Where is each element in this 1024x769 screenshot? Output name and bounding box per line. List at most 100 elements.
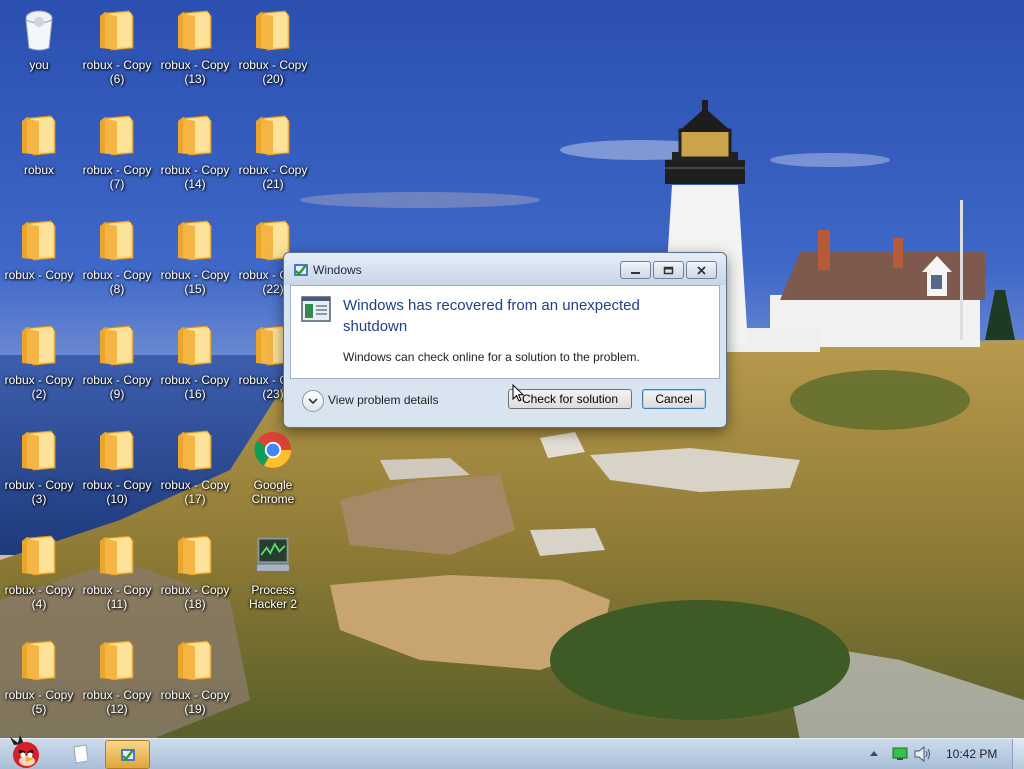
network-icon[interactable] xyxy=(892,747,908,761)
folder-icon xyxy=(22,535,56,576)
desktop-icon-label: robux - Copy (8) xyxy=(82,268,152,296)
desktop-icon-label: robux - Copy xyxy=(4,268,74,282)
desktop-icon[interactable]: robux - Copy (15) xyxy=(156,210,234,310)
desktop-icon[interactable]: robux - Copy (2) xyxy=(0,315,78,415)
folder-icon xyxy=(100,115,134,156)
dialog-subtext: Windows can check online for a solution … xyxy=(343,350,640,364)
show-desktop-button[interactable] xyxy=(1012,739,1024,769)
desktop-icon[interactable]: robux - Copy (21) xyxy=(234,105,312,205)
desktop-icon-label: robux - Copy (15) xyxy=(160,268,230,296)
folder-icon xyxy=(178,535,212,576)
desktop-icon-label: robux - Copy (18) xyxy=(160,583,230,611)
folder-icon xyxy=(22,640,56,681)
maximize-button[interactable] xyxy=(653,261,684,279)
check-for-solution-button[interactable]: Check for solution xyxy=(508,389,632,409)
windows-check-icon xyxy=(120,748,135,761)
desktop-icon[interactable]: robux xyxy=(0,105,78,205)
desktop-icon-label: robux - Copy (3) xyxy=(4,478,74,506)
folder-icon xyxy=(22,430,56,471)
desktop-icon-label: robux - Copy (9) xyxy=(82,373,152,401)
desktop-icon[interactable]: robux - Copy (6) xyxy=(78,0,156,100)
desktop-icon[interactable]: robux - Copy (12) xyxy=(78,630,156,730)
desktop-icon-label: robux - Copy (7) xyxy=(82,163,152,191)
desktop-icon-label: Process Hacker 2 xyxy=(248,583,298,611)
folder-icon xyxy=(22,115,56,156)
folder-icon xyxy=(256,10,290,51)
desktop-icon-label: robux xyxy=(23,163,55,177)
desktop-icon[interactable]: robux - Copy (8) xyxy=(78,210,156,310)
report-window-icon xyxy=(301,296,331,322)
show-hidden-icons-icon[interactable] xyxy=(869,748,879,758)
close-icon xyxy=(697,265,706,275)
start-angry-bird-icon[interactable] xyxy=(2,735,50,769)
taskbar: 10:42 PM xyxy=(0,735,1024,769)
desktop-icon[interactable]: robux - Copy (7) xyxy=(78,105,156,205)
desktop-icon-label: robux - Copy (20) xyxy=(238,58,308,86)
dialog-titlebar[interactable]: Windows xyxy=(284,253,726,285)
process-hacker-icon xyxy=(256,537,290,572)
folder-icon xyxy=(100,220,134,261)
close-button[interactable] xyxy=(686,261,717,279)
folder-icon xyxy=(100,535,134,576)
mouse-pointer-icon xyxy=(512,384,524,402)
desktop-icon[interactable]: robux - Copy (4) xyxy=(0,525,78,625)
view-details-toggle[interactable] xyxy=(302,390,324,412)
desktop-icon[interactable]: robux - Copy (17) xyxy=(156,420,234,520)
desktop-icon[interactable]: Process Hacker 2 xyxy=(234,525,312,625)
desktop-icon-label: robux - Copy (4) xyxy=(4,583,74,611)
folder-icon xyxy=(178,220,212,261)
desktop-icon-label: you xyxy=(29,58,49,72)
dialog-footer: View problem details Check for solution … xyxy=(290,381,718,421)
desktop-icon[interactable]: robux - Copy (13) xyxy=(156,0,234,100)
minimize-icon xyxy=(631,271,640,274)
taskbar-clock[interactable]: 10:42 PM xyxy=(946,747,997,761)
dialog-content: Windows has recovered from an unexpected… xyxy=(290,285,720,379)
folder-icon xyxy=(178,115,212,156)
folder-icon xyxy=(100,640,134,681)
desktop-icon-label: robux - Copy (13) xyxy=(160,58,230,86)
folder-icon xyxy=(178,430,212,471)
desktop-icon-label: robux - Copy (16) xyxy=(160,373,230,401)
desktop-icon[interactable]: robux - Copy (9) xyxy=(78,315,156,415)
taskbar-note-icon[interactable] xyxy=(68,743,92,765)
view-details-label[interactable]: View problem details xyxy=(328,393,439,407)
desktop-icon-label: robux - Copy (14) xyxy=(160,163,230,191)
desktop-icon[interactable]: robux - Copy (16) xyxy=(156,315,234,415)
folder-icon xyxy=(256,115,290,156)
cancel-button[interactable]: Cancel xyxy=(642,389,706,409)
desktop-icon[interactable]: robux - Copy (19) xyxy=(156,630,234,730)
desktop-icon-label: robux - Copy (2) xyxy=(4,373,74,401)
desktop-icon-label: robux - Copy (19) xyxy=(160,688,230,716)
dialog-heading: Windows has recovered from an unexpected… xyxy=(343,297,640,335)
windows-check-icon xyxy=(294,264,308,276)
desktop-icon[interactable]: robux - Copy xyxy=(0,210,78,310)
recovery-dialog: Windows Windows has recovered from an un… xyxy=(283,252,727,428)
desktop-icon[interactable]: robux - Copy (5) xyxy=(0,630,78,730)
folder-icon xyxy=(100,325,134,366)
maximize-icon xyxy=(663,266,674,274)
desktop-icon[interactable]: robux - Copy (20) xyxy=(234,0,312,100)
desktop-icon[interactable]: Google Chrome xyxy=(234,420,312,520)
desktop-icon-label: robux - Copy (12) xyxy=(82,688,152,716)
volume-icon[interactable] xyxy=(914,746,932,762)
desktop-icon-label: robux - Copy (10) xyxy=(82,478,152,506)
desktop-icon[interactable]: robux - Copy (10) xyxy=(78,420,156,520)
desktop-icon-label: robux - Copy (6) xyxy=(82,58,152,86)
dialog-title: Windows xyxy=(313,263,362,277)
folder-icon xyxy=(178,325,212,366)
chrome-icon xyxy=(254,431,292,469)
folder-icon xyxy=(178,10,212,51)
folder-icon xyxy=(178,640,212,681)
desktop-icon-label: Google Chrome xyxy=(251,478,295,506)
minimize-button[interactable] xyxy=(620,261,651,279)
folder-icon xyxy=(100,10,134,51)
desktop-icon[interactable]: robux - Copy (11) xyxy=(78,525,156,625)
desktop-icon[interactable]: robux - Copy (3) xyxy=(0,420,78,520)
folder-icon xyxy=(100,430,134,471)
desktop-icon[interactable]: robux - Copy (14) xyxy=(156,105,234,205)
desktop-icon-label: robux - Copy (11) xyxy=(82,583,152,611)
desktop-icon[interactable]: robux - Copy (18) xyxy=(156,525,234,625)
taskbar-active-window[interactable] xyxy=(105,740,150,769)
recycle-bin-icon xyxy=(25,10,53,51)
desktop-icon[interactable]: you xyxy=(0,0,78,100)
